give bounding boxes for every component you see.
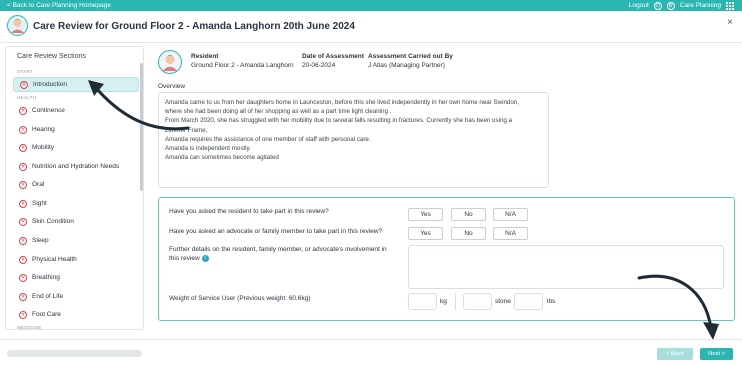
question-advocate-involved: Have you asked an advocate or family mem…: [169, 228, 383, 235]
sidebar-item-foot-care[interactable]: ✕ Foot Care: [13, 307, 139, 322]
lbs-unit-label: lbs: [547, 298, 556, 305]
sidebar-item-label: Nutrition and Hydration Needs: [32, 163, 120, 170]
overview-line: From March 2020, she has struggled with …: [165, 117, 513, 125]
logout-icon[interactable]: ⏻: [653, 1, 662, 10]
sidebar-item-label: Breathing: [32, 274, 60, 281]
progress-bar: [7, 350, 142, 357]
sidebar-item-skin-condition[interactable]: ✕ Skin Condition: [13, 214, 139, 229]
incomplete-x-icon: ✕: [19, 292, 27, 301]
stone-unit-label: stone: [495, 298, 511, 305]
incomplete-x-icon: ✕: [19, 310, 27, 319]
q1-no-button[interactable]: No: [451, 208, 486, 221]
overview-line: Amanda can sometimes become agitated: [165, 154, 279, 162]
sidebar-item-oral[interactable]: ✕ Oral: [13, 177, 139, 192]
sidebar-item-end-of-life[interactable]: ✕ End of Life: [13, 289, 139, 304]
logout-link[interactable]: Logout: [629, 2, 649, 9]
sidebar-group-start: START: [17, 69, 33, 74]
resident-photo: [158, 50, 182, 74]
incomplete-x-icon: ✕: [19, 143, 27, 152]
sidebar-group-medicine: MEDICINE: [17, 325, 42, 330]
back-button[interactable]: < Back: [657, 348, 693, 360]
top-bar-actions: Logout ⏻ ⚙ Care Planning: [629, 1, 734, 10]
page-title: Care Review for Ground Floor 2 - Amanda …: [33, 21, 355, 32]
sidebar-item-label: Sleep: [32, 237, 49, 244]
sidebar-item-label: Skin Condition: [32, 218, 74, 225]
overview-textarea[interactable]: Amanda came to us from her daughters hom…: [158, 92, 549, 188]
sidebar-title: Care Review Sections: [17, 53, 86, 60]
weight-kg-input[interactable]: [408, 293, 437, 310]
incomplete-x-icon: ✕: [19, 180, 27, 189]
sidebar-item-breathing[interactable]: ✕ Breathing: [13, 270, 139, 285]
sidebar-item-physical-health[interactable]: ✕ Physical Health: [13, 252, 139, 267]
q1-yes-button[interactable]: Yes: [408, 208, 443, 221]
assessor-label: Assessment Carried out By: [368, 53, 453, 60]
sidebar-item-mobility[interactable]: ✕ Mobility: [13, 140, 139, 155]
kg-unit-label: kg: [440, 298, 447, 305]
incomplete-x-icon: ✕: [19, 273, 27, 282]
top-bar: < Back to Care Planning Homepage Logout …: [0, 0, 742, 11]
incomplete-x-icon: ✕: [20, 80, 28, 89]
q2-yes-button[interactable]: Yes: [408, 227, 443, 240]
assessor-value: J Atlas (Managing Partner): [368, 62, 445, 69]
overview-line: Amanda came to us from her daughters hom…: [165, 99, 519, 106]
sidebar-item-label: Mobility: [32, 144, 55, 151]
incomplete-x-icon: ✕: [19, 217, 27, 226]
page-footer: < Back Next >: [0, 339, 742, 365]
weight-divider: [455, 293, 456, 310]
incomplete-x-icon: ✕: [19, 236, 27, 245]
resident-avatar: [7, 15, 28, 36]
further-details-text: this review: [169, 255, 200, 263]
resident-label: Resident: [191, 53, 219, 60]
weight-lbs-input[interactable]: [514, 293, 543, 310]
sidebar-item-label: Oral: [32, 181, 45, 188]
sidebar-item-label: Introduction: [33, 81, 67, 88]
resident-value: Ground Floor 2 - Amanda Langhorn: [191, 62, 294, 69]
sidebar-group-health: HEALTH: [17, 95, 37, 100]
question-further-details-line1: Further details on the resident, family …: [169, 246, 387, 253]
q2-na-button[interactable]: N/A: [493, 227, 528, 240]
sidebar-item-label: Physical Health: [32, 256, 77, 263]
sidebar-item-label: Foot Care: [32, 311, 61, 318]
sidebar-item-label: Hearing: [32, 126, 55, 133]
sidebar-item-label: End of Life: [32, 293, 64, 300]
care-planning-label[interactable]: Care Planning: [680, 2, 721, 9]
annotation-arrow-icon: [88, 80, 190, 131]
overview-line: where she had been doing all of her shop…: [165, 108, 392, 116]
sidebar-item-sleep[interactable]: ✕ Sleep: [13, 233, 139, 248]
incomplete-x-icon: ✕: [19, 125, 27, 134]
overview-line: Amanda is independent mostly.: [165, 145, 251, 153]
next-button[interactable]: Next >: [700, 348, 733, 360]
sidebar-item-label: Continence: [32, 107, 65, 114]
incomplete-x-icon: ✕: [19, 106, 27, 115]
weight-stone-input[interactable]: [463, 293, 492, 310]
question-resident-involved: Have you asked the resident to take part…: [169, 208, 329, 215]
overview-line: Zimmer Frame,: [165, 126, 208, 134]
sidebar-item-nutrition-hydration[interactable]: ✕ Nutrition and Hydration Needs: [13, 159, 139, 174]
info-icon[interactable]: i: [201, 255, 209, 262]
q2-no-button[interactable]: No: [451, 227, 486, 240]
weight-label: Weight of Service User (Previous weight:…: [169, 295, 311, 302]
q1-na-button[interactable]: N/A: [493, 208, 528, 221]
apps-grid-icon[interactable]: [726, 1, 734, 10]
incomplete-x-icon: ✕: [19, 162, 27, 171]
settings-icon[interactable]: ⚙: [666, 1, 675, 10]
date-of-assessment-value: 20-06-2024: [302, 62, 336, 69]
incomplete-x-icon: ✕: [19, 199, 27, 208]
date-of-assessment-label: Date of Assessment: [302, 53, 364, 60]
incomplete-x-icon: ✕: [19, 255, 27, 264]
annotation-arrow-icon: [637, 274, 719, 340]
page-header: Care Review for Ground Floor 2 - Amanda …: [0, 11, 742, 43]
close-icon[interactable]: ×: [727, 17, 733, 28]
overview-line: Amanda requires the assistance of one me…: [165, 135, 371, 143]
question-further-details-line2: this review i: [169, 255, 209, 262]
sidebar-item-sight[interactable]: ✕ Sight: [13, 196, 139, 211]
sidebar-item-label: Sight: [32, 200, 47, 207]
back-to-homepage-link[interactable]: < Back to Care Planning Homepage: [7, 2, 111, 9]
